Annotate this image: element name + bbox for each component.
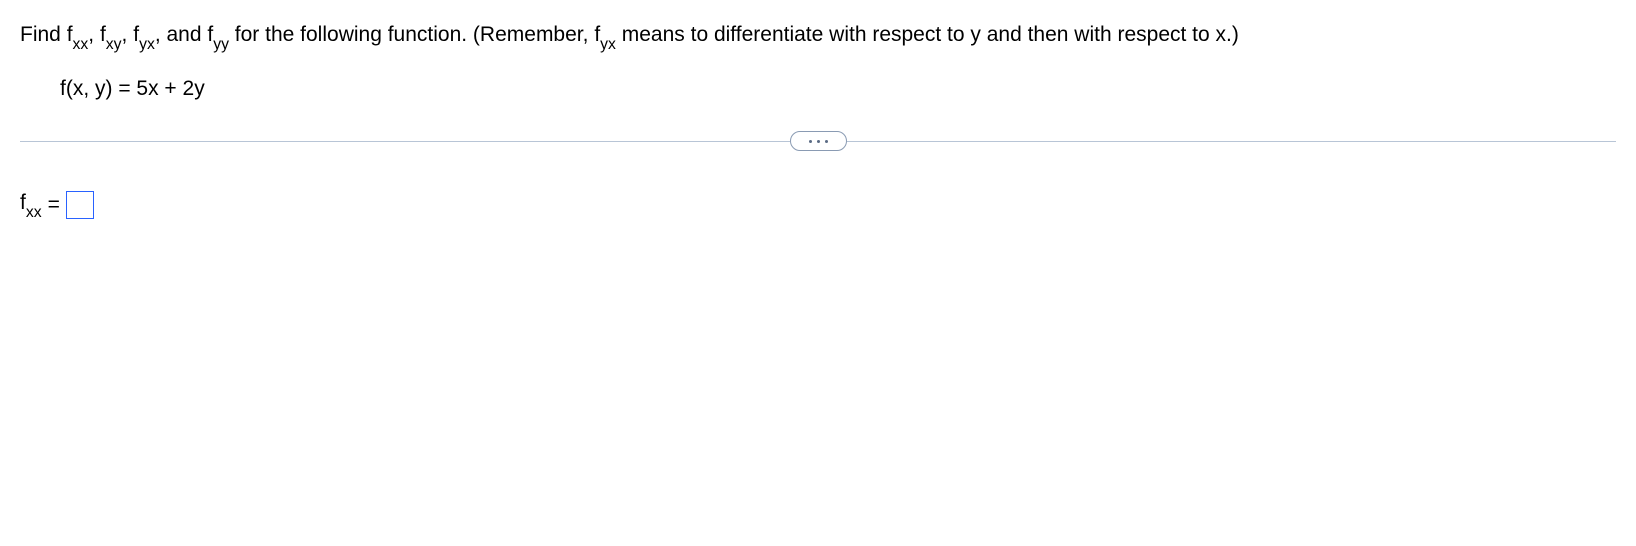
remember-term: fyx	[594, 23, 616, 46]
dot-icon	[825, 140, 828, 143]
term-fxx: fxx	[67, 23, 89, 46]
more-options-button[interactable]	[790, 131, 847, 151]
question-prompt: Find fxx, fxy, fyx, and fyy for the foll…	[20, 20, 1616, 53]
function-definition: f(x, y) = 5x + 2y	[60, 77, 1616, 101]
term-fyx: fyx	[133, 23, 155, 46]
divider-line-right	[847, 141, 1617, 142]
term-fyy: fyy	[207, 23, 229, 46]
equals-sign: =	[48, 193, 60, 217]
answer-row: fxx =	[20, 191, 1616, 219]
divider-row	[20, 131, 1616, 151]
dot-icon	[809, 140, 812, 143]
answer-label: fxx	[20, 191, 42, 219]
question-tail: means to differentiate with respect to y…	[622, 23, 1239, 46]
question-mid: for the following function. (Remember,	[235, 23, 595, 46]
term-fxy: fxy	[100, 23, 122, 46]
divider-line-left	[20, 141, 790, 142]
dot-icon	[817, 140, 820, 143]
answer-input-fxx[interactable]	[66, 191, 94, 219]
question-lead: Find	[20, 23, 67, 46]
